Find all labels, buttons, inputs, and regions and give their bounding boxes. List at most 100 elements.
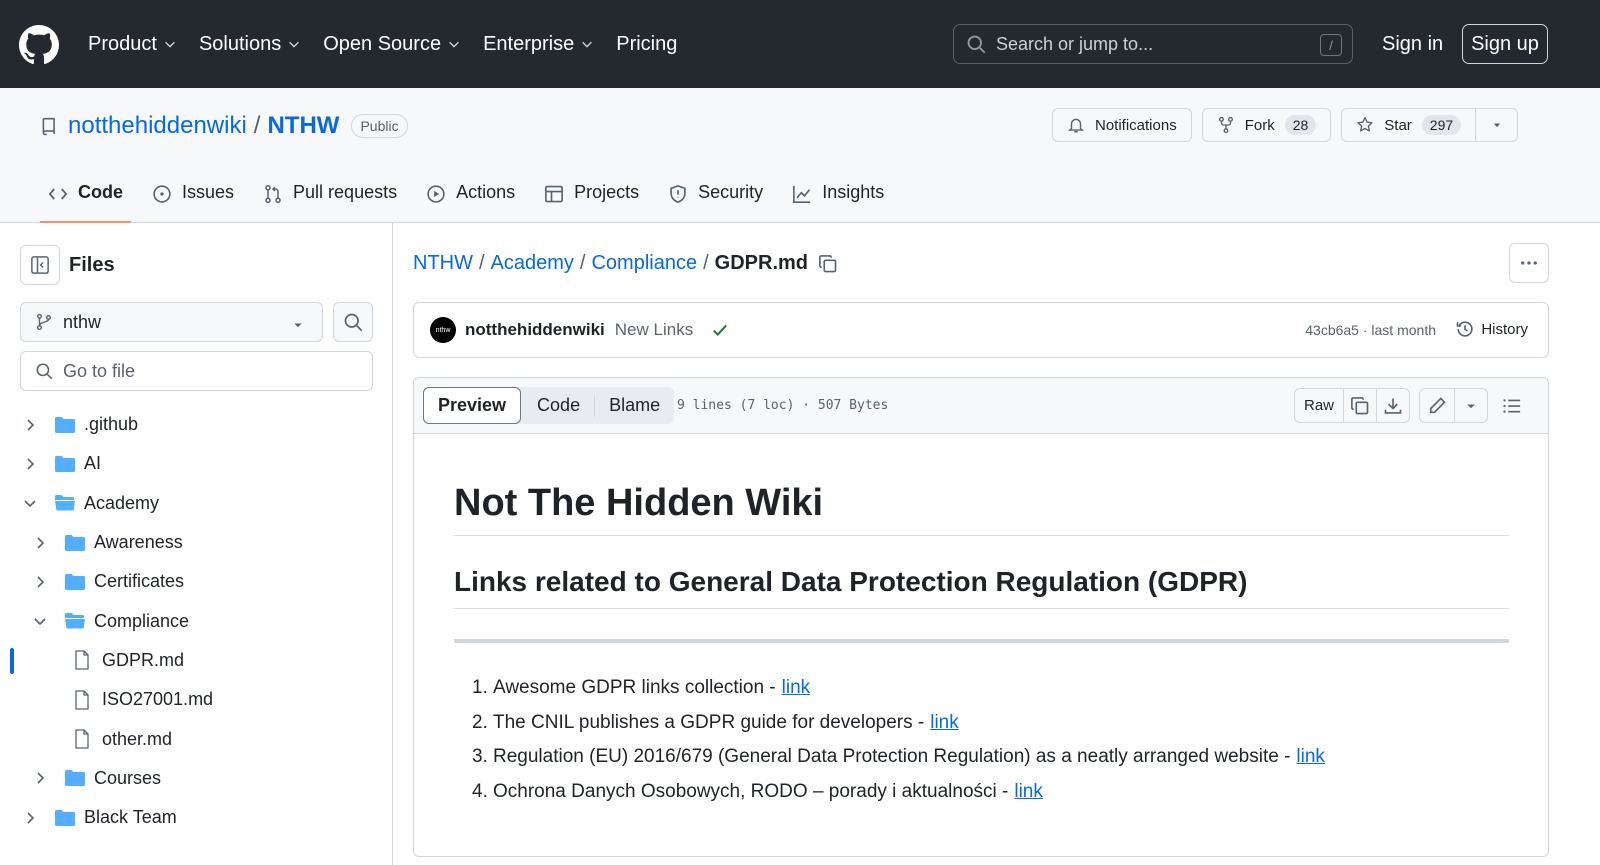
file-tree: .github AI Academy Awareness Certificates Com… <box>0 405 392 837</box>
tree-item-label: Courses <box>94 767 162 788</box>
nav-open-source[interactable]: Open Source <box>323 33 461 56</box>
list-item-link[interactable]: link <box>782 677 811 699</box>
triangle-down-icon <box>294 323 302 328</box>
edit-file-button[interactable] <box>1419 388 1455 423</box>
tree-item-label: Black Team <box>84 807 177 828</box>
repo-owner-link[interactable]: notthehiddenwiki <box>68 112 247 140</box>
triangle-down-icon <box>1467 404 1475 408</box>
edit-dropdown-button[interactable] <box>1454 388 1488 423</box>
files-header: Files <box>20 245 115 285</box>
chevron-down-icon[interactable] <box>32 613 48 629</box>
tab-issues[interactable]: Issues <box>144 178 242 223</box>
sign-in-link[interactable]: Sign in <box>1382 33 1443 56</box>
history-button[interactable]: History <box>1455 319 1528 339</box>
list-item-link[interactable]: link <box>930 712 959 734</box>
preview-tab[interactable]: Preview <box>423 387 522 424</box>
star-button[interactable]: Star 297 <box>1341 108 1477 142</box>
breadcrumb-academy-link[interactable]: Academy <box>491 252 574 275</box>
tree-file[interactable]: other.md <box>0 719 392 758</box>
tree-folder[interactable]: Courses <box>0 759 392 798</box>
top-nav: Product Solutions Open Source Enterprise… <box>88 0 699 88</box>
repo-title: notthehiddenwiki / NTHW Public <box>40 112 408 140</box>
list-item-link[interactable]: link <box>1296 746 1325 768</box>
go-to-file-input[interactable]: Go to file <box>20 351 373 391</box>
collapse-sidebar-button[interactable] <box>20 245 60 285</box>
chevron-right-icon[interactable] <box>22 810 38 826</box>
play-icon <box>427 185 445 203</box>
breadcrumb-compliance-link[interactable]: Compliance <box>591 252 697 275</box>
breadcrumb-separator: / <box>703 252 709 274</box>
download-button[interactable] <box>1376 388 1410 423</box>
check-icon[interactable] <box>711 321 729 339</box>
repo-header: notthehiddenwiki / NTHW Public Notificat… <box>0 88 1600 223</box>
more-options-button[interactable] <box>1509 243 1549 283</box>
tree-folder[interactable]: Black Team <box>0 798 392 837</box>
folder-open-icon <box>65 613 85 629</box>
search-input[interactable]: Search or jump to... / <box>953 24 1353 64</box>
avatar[interactable]: nthw <box>430 317 456 343</box>
tab-insights[interactable]: Insights <box>784 178 892 223</box>
github-logo-icon[interactable] <box>19 25 59 65</box>
commit-meta[interactable]: 43cb6a5 · last month <box>1305 322 1436 338</box>
fork-button[interactable]: Fork 28 <box>1201 108 1332 142</box>
tree-item-label: Awareness <box>94 532 183 553</box>
sign-up-button[interactable]: Sign up <box>1462 24 1548 64</box>
keyboard-shortcut-badge: / <box>1320 34 1342 56</box>
copy-raw-button[interactable] <box>1343 388 1377 423</box>
tab-security[interactable]: Security <box>660 178 771 223</box>
tree-file[interactable]: GDPR.md <box>0 640 392 681</box>
chevron-right-icon[interactable] <box>22 417 38 433</box>
star-count: 297 <box>1421 115 1462 135</box>
tab-code[interactable]: Code <box>40 178 131 223</box>
markdown-ordered-list: 1. Awesome GDPR links collection - link … <box>454 677 1509 815</box>
copy-icon[interactable] <box>818 254 838 274</box>
folder-icon <box>65 534 85 551</box>
branch-selector[interactable]: nthw <box>20 302 323 342</box>
notifications-button[interactable]: Notifications <box>1052 108 1192 142</box>
commit-author-link[interactable]: notthehiddenwiki <box>465 320 605 340</box>
chevron-right-icon[interactable] <box>32 574 48 590</box>
repo-actions: Notifications Fork 28 Star 297 <box>1052 108 1519 142</box>
copy-icon <box>1351 396 1369 414</box>
repo-separator: / <box>253 112 261 139</box>
chevron-right-icon[interactable] <box>32 770 48 786</box>
list-item: 4. Ochrona Danych Osobowych, RODO – pora… <box>472 780 1043 803</box>
tab-projects[interactable]: Projects <box>536 178 647 223</box>
tab-actions[interactable]: Actions <box>418 178 523 223</box>
nav-pricing[interactable]: Pricing <box>616 33 677 56</box>
search-files-button[interactable] <box>333 302 373 342</box>
tree-file[interactable]: ISO27001.md <box>0 680 392 719</box>
outline-button[interactable] <box>1494 388 1529 423</box>
pencil-icon <box>1429 396 1446 413</box>
edit-group <box>1419 388 1488 423</box>
folder-icon <box>55 809 75 826</box>
star-dropdown-button[interactable] <box>1476 108 1519 142</box>
commit-message-link[interactable]: New Links <box>615 320 693 340</box>
blame-tab[interactable]: Blame <box>595 387 674 424</box>
chevron-right-icon[interactable] <box>32 535 48 551</box>
tree-folder[interactable]: Compliance <box>0 601 392 640</box>
tab-pull-requests[interactable]: Pull requests <box>255 178 405 223</box>
list-item-link[interactable]: link <box>1014 781 1043 803</box>
chevron-down-icon[interactable] <box>22 495 38 511</box>
folder-icon <box>55 416 75 433</box>
history-icon <box>1457 321 1474 337</box>
tree-folder[interactable]: AI <box>0 444 392 483</box>
fork-count: 28 <box>1284 115 1317 135</box>
repo-name-link[interactable]: NTHW <box>267 112 339 140</box>
tree-folder[interactable]: Academy <box>0 484 392 523</box>
list-unordered-icon <box>1502 398 1520 413</box>
tree-folder[interactable]: Awareness <box>0 523 392 562</box>
tree-folder[interactable]: .github <box>0 405 392 444</box>
nav-solutions[interactable]: Solutions <box>199 33 301 56</box>
search-icon <box>967 35 986 54</box>
breadcrumb-repo-link[interactable]: NTHW <box>413 252 473 275</box>
nav-product[interactable]: Product <box>88 33 177 56</box>
chevron-right-icon[interactable] <box>22 456 38 472</box>
star-icon <box>1357 117 1373 132</box>
tree-folder[interactable]: Certificates <box>0 562 392 601</box>
file-info: 9 lines (7 loc) · 507 Bytes <box>677 398 889 413</box>
code-tab[interactable]: Code <box>521 394 596 417</box>
raw-button[interactable]: Raw <box>1294 388 1344 423</box>
nav-enterprise[interactable]: Enterprise <box>483 33 594 56</box>
